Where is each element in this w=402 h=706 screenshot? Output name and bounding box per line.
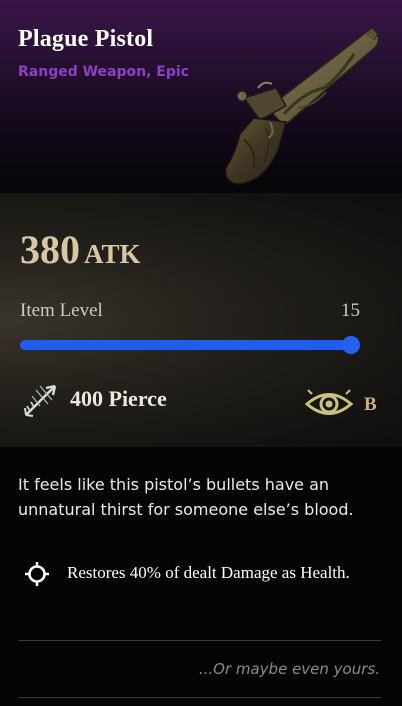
effect-text: Restores 40% of dealt Damage as Health. <box>67 563 350 582</box>
crosshair-icon <box>25 562 49 586</box>
item-level-label: Item Level <box>20 300 103 321</box>
flavor-text: ...Or maybe even yours. <box>198 660 380 678</box>
arrow-pierce-icon <box>24 384 57 417</box>
item-name: Plague Pistol <box>18 26 154 52</box>
pierce-stat: 400 Pierce <box>70 386 167 411</box>
item-type: Ranged Weapon, Epic <box>18 64 189 80</box>
item-level-value: 15 <box>341 300 360 321</box>
item-level-slider-thumb[interactable] <box>342 336 360 354</box>
attack-stat: 380 ATK <box>20 226 141 273</box>
item-level-slider[interactable] <box>20 336 360 354</box>
eye-icon <box>304 389 354 415</box>
item-description: It feels like this pistol’s bullets have… <box>18 475 354 519</box>
flintlock-pistol-image <box>225 27 380 185</box>
attack-unit: ATK <box>84 239 141 269</box>
divider-bottom <box>18 697 381 698</box>
divider-top <box>18 640 381 641</box>
item-level-slider-fill <box>20 340 352 350</box>
perception-grade: B <box>364 394 377 415</box>
attack-value: 380 <box>20 227 80 272</box>
